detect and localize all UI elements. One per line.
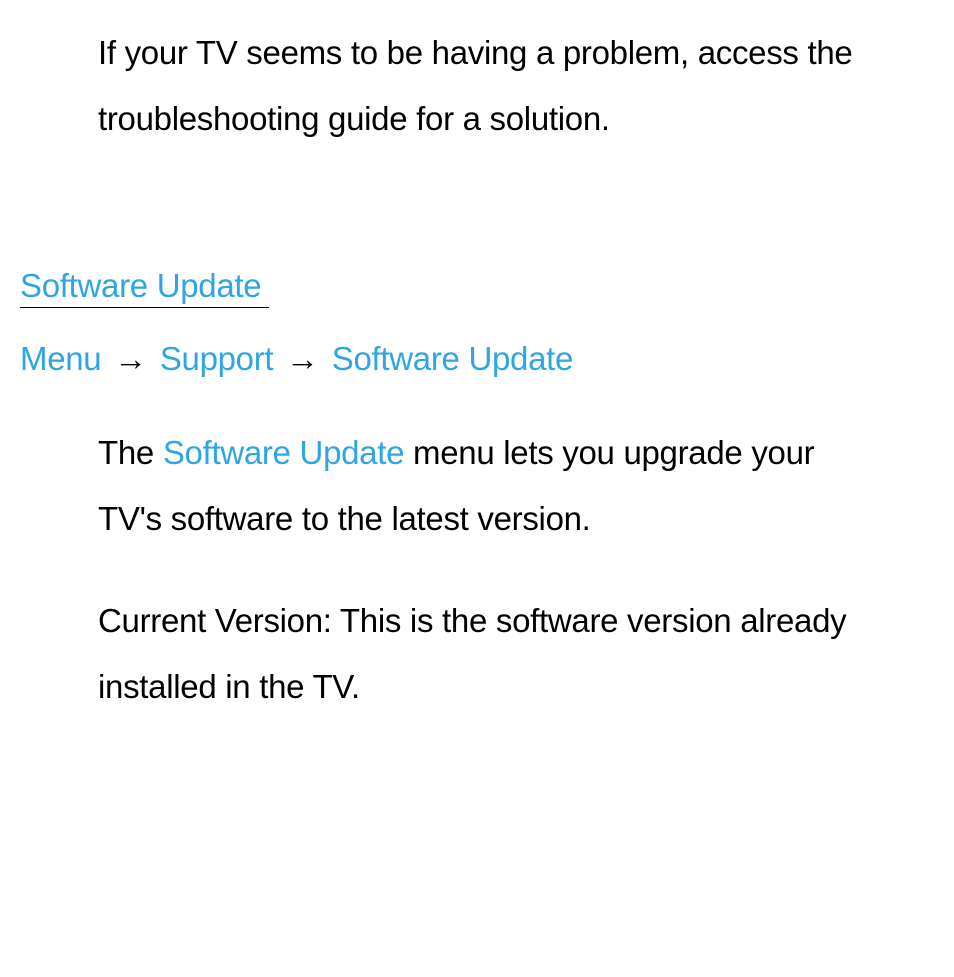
- section-heading: Software Update: [20, 267, 269, 308]
- text-highlight: Software Update: [163, 434, 404, 471]
- breadcrumb-menu: Menu: [20, 340, 101, 377]
- breadcrumb-support: Support: [160, 340, 273, 377]
- document-content: If your TV seems to be having a problem,…: [0, 0, 954, 776]
- text-prefix: The: [98, 434, 163, 471]
- paragraph-software-update-desc: The Software Update menu lets you upgrad…: [98, 420, 874, 552]
- intro-paragraph: If your TV seems to be having a problem,…: [98, 20, 874, 152]
- paragraph-current-version: Current Version: This is the software ve…: [98, 588, 874, 720]
- arrow-right-icon: →: [114, 340, 147, 377]
- section-heading-wrapper: Software Update: [20, 267, 934, 340]
- breadcrumb-software-update: Software Update: [332, 340, 573, 377]
- arrow-right-icon: →: [286, 340, 319, 377]
- breadcrumb: Menu → Support → Software Update: [20, 340, 934, 378]
